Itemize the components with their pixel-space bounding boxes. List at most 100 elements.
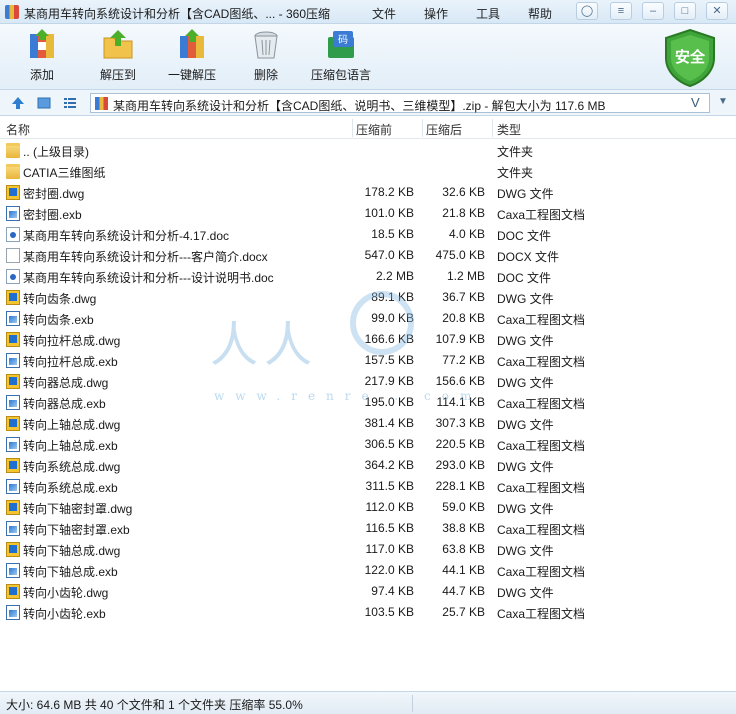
file-name: 转向上轴总成.exb: [23, 439, 118, 453]
file-row[interactable]: 某商用车转向系统设计和分析---设计说明书.doc 2.2 MB 1.2 MB DOC…: [0, 266, 736, 287]
app-logo-icon: [5, 5, 19, 19]
menu-tools[interactable]: 工具: [476, 5, 500, 22]
file-size: 89.1 KB: [371, 290, 414, 304]
col-name[interactable]: 名称: [6, 121, 30, 138]
security-shield-icon[interactable]: 安全: [662, 28, 718, 88]
file-type: 文件夹: [497, 145, 534, 159]
file-row[interactable]: 转向齿条.exb 99.0 KB 20.8 KB Caxa工程图文档: [0, 308, 736, 329]
file-compressed-size: 38.8 KB: [442, 521, 485, 535]
file-name: 转向拉杆总成.exb: [23, 355, 118, 369]
col-separator: [352, 119, 353, 137]
archive-language-label: 压缩包语言: [310, 68, 371, 82]
file-type: Caxa工程图文档: [497, 523, 586, 537]
file-type: DWG 文件: [497, 460, 554, 474]
file-size: 166.6 KB: [364, 332, 414, 346]
folder-file-icon: [6, 164, 20, 179]
col-separator: [422, 119, 423, 137]
file-type: DWG 文件: [497, 502, 554, 516]
file-row[interactable]: 转向器总成.dwg 217.9 KB 156.6 KB DWG 文件: [0, 371, 736, 392]
file-type: Caxa工程图文档: [497, 208, 586, 222]
file-size: 178.2 KB: [364, 185, 414, 199]
minimize-icon[interactable]: –: [642, 2, 664, 20]
exb-file-icon: [6, 206, 20, 221]
file-type: DWG 文件: [497, 292, 554, 306]
file-compressed-size: 32.6 KB: [442, 185, 485, 199]
path-field[interactable]: 某商用车转向系统设计和分析【含CAD图纸、说明书、三维模型】.zip - 解包大…: [90, 93, 710, 113]
file-row[interactable]: 转向下轴总成.dwg 117.0 KB 63.8 KB DWG 文件: [0, 539, 736, 560]
file-type: DWG 文件: [497, 586, 554, 600]
menu-help[interactable]: 帮助: [528, 5, 552, 22]
file-name: 转向下轴总成.exb: [23, 565, 118, 579]
file-row[interactable]: 转向拉杆总成.dwg 166.6 KB 107.9 KB DWG 文件: [0, 329, 736, 350]
file-size: 311.5 KB: [365, 479, 414, 493]
file-row[interactable]: 转向系统总成.exb 311.5 KB 228.1 KB Caxa工程图文档: [0, 476, 736, 497]
file-type: DOC 文件: [497, 271, 552, 285]
col-type[interactable]: 类型: [497, 121, 521, 138]
file-row[interactable]: 密封圈.dwg 178.2 KB 32.6 KB DWG 文件: [0, 182, 736, 203]
col-compressed[interactable]: 压缩后: [426, 121, 462, 138]
file-row[interactable]: .. (上级目录) 文件夹: [0, 140, 736, 161]
extract-to-button[interactable]: 解压到: [93, 28, 143, 83]
file-row[interactable]: 转向齿条.dwg 89.1 KB 36.7 KB DWG 文件: [0, 287, 736, 308]
file-row[interactable]: 转向小齿轮.dwg 97.4 KB 44.7 KB DWG 文件: [0, 581, 736, 602]
file-row[interactable]: CATIA三维图纸 文件夹: [0, 161, 736, 182]
trash-icon: [249, 28, 283, 62]
up-arrow-icon[interactable]: [10, 95, 26, 111]
file-type: DOC 文件: [497, 229, 552, 243]
file-row[interactable]: 某商用车转向系统设计和分析---客户简介.docx 547.0 KB 475.0 K…: [0, 245, 736, 266]
file-size: 217.9 KB: [364, 374, 414, 388]
file-compressed-size: 25.7 KB: [442, 605, 485, 619]
add-button[interactable]: 添加: [20, 28, 64, 83]
file-compressed-size: 20.8 KB: [442, 311, 485, 325]
file-compressed-size: 228.1 KB: [435, 479, 485, 493]
file-name: 转向小齿轮.dwg: [23, 586, 109, 600]
file-row[interactable]: 转向下轴密封罩.exb 116.5 KB 38.8 KB Caxa工程图文档: [0, 518, 736, 539]
close-icon[interactable]: ✕: [706, 2, 728, 20]
delete-button[interactable]: 删除: [244, 28, 288, 83]
file-name: 转向下轴总成.dwg: [23, 544, 121, 558]
file-name: 某商用车转向系统设计和分析---设计说明书.doc: [23, 271, 274, 285]
file-row[interactable]: 转向下轴总成.exb 122.0 KB 44.1 KB Caxa工程图文档: [0, 560, 736, 581]
verify-v-label[interactable]: V: [691, 95, 700, 110]
file-size: 381.4 KB: [364, 416, 414, 430]
file-compressed-size: 307.3 KB: [435, 416, 485, 430]
file-row[interactable]: 密封圈.exb 101.0 KB 21.8 KB Caxa工程图文档: [0, 203, 736, 224]
file-type: DWG 文件: [497, 418, 554, 432]
file-name: 密封圈.exb: [23, 208, 82, 222]
skin-shirt-icon[interactable]: ◯: [576, 2, 598, 20]
file-name: 转向拉杆总成.dwg: [23, 334, 121, 348]
one-click-extract-button[interactable]: 一键解压: [164, 28, 220, 83]
path-dropdown-icon[interactable]: ▼: [714, 96, 732, 112]
menu-lines-icon[interactable]: ≡: [610, 2, 632, 20]
file-row[interactable]: 转向小齿轮.exb 103.5 KB 25.7 KB Caxa工程图文档: [0, 602, 736, 623]
file-size: 157.5 KB: [364, 353, 414, 367]
folder-file-icon: [6, 143, 20, 158]
file-name: 转向上轴总成.dwg: [23, 418, 121, 432]
menu-file[interactable]: 文件: [372, 5, 396, 22]
file-row[interactable]: 转向上轴总成.exb 306.5 KB 220.5 KB Caxa工程图文档: [0, 434, 736, 455]
file-name: 某商用车转向系统设计和分析---客户简介.docx: [23, 250, 268, 264]
menu-operation[interactable]: 操作: [424, 5, 448, 22]
archive-language-button[interactable]: 码 压缩包语言: [306, 28, 376, 83]
col-size[interactable]: 压缩前: [356, 121, 392, 138]
file-size: 117.0 KB: [365, 542, 414, 556]
file-row[interactable]: 转向系统总成.dwg 364.2 KB 293.0 KB DWG 文件: [0, 455, 736, 476]
maximize-icon[interactable]: □: [674, 2, 696, 20]
list-view-icon[interactable]: [62, 95, 78, 111]
file-type: DOCX 文件: [497, 250, 560, 264]
exb-file-icon: [6, 605, 20, 620]
thumbnail-view-icon[interactable]: [36, 95, 52, 111]
file-row[interactable]: 转向拉杆总成.exb 157.5 KB 77.2 KB Caxa工程图文档: [0, 350, 736, 371]
file-size: 97.4 KB: [371, 584, 414, 598]
dwg-file-icon: [6, 416, 20, 431]
file-row[interactable]: 转向下轴密封罩.dwg 112.0 KB 59.0 KB DWG 文件: [0, 497, 736, 518]
file-name: 转向齿条.exb: [23, 313, 94, 327]
file-row[interactable]: 转向上轴总成.dwg 381.4 KB 307.3 KB DWG 文件: [0, 413, 736, 434]
file-row[interactable]: 某商用车转向系统设计和分析-4.17.doc 18.5 KB 4.0 KB DOC 文…: [0, 224, 736, 245]
file-name: 转向齿条.dwg: [23, 292, 97, 306]
extract-to-label: 解压到: [99, 68, 136, 82]
file-compressed-size: 107.9 KB: [435, 332, 485, 346]
dwg-file-icon: [6, 500, 20, 515]
file-name: 转向系统总成.exb: [23, 481, 118, 495]
file-row[interactable]: 转向器总成.exb 195.0 KB 114.1 KB Caxa工程图文档: [0, 392, 736, 413]
